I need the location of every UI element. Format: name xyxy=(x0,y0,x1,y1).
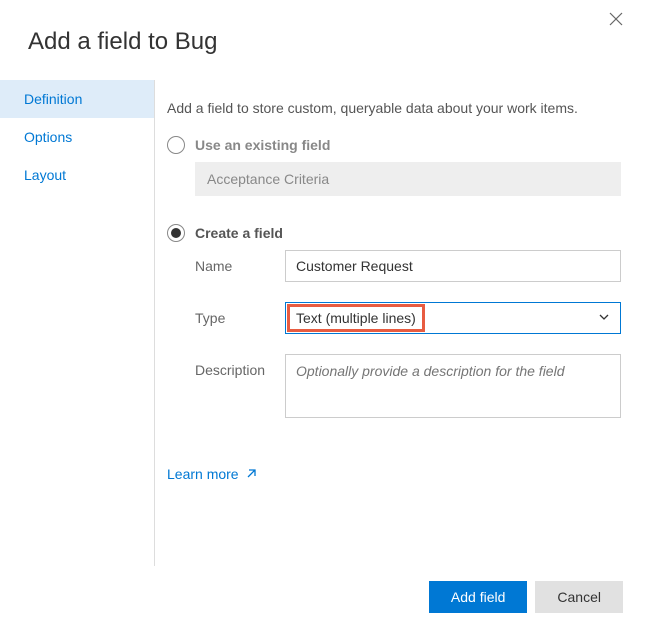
radio-existing-label: Use an existing field xyxy=(195,137,330,153)
close-icon xyxy=(609,12,623,26)
radio-create-field[interactable]: Create a field xyxy=(167,224,621,242)
name-label: Name xyxy=(195,250,285,274)
dialog: Add a field to Bug Definition Options La… xyxy=(0,0,645,631)
content-panel: Add a field to store custom, queryable d… xyxy=(155,80,645,566)
close-button[interactable] xyxy=(609,12,629,32)
learn-more-text: Learn more xyxy=(167,466,239,482)
radio-unchecked-icon xyxy=(167,136,185,154)
type-select-value: Text (multiple lines) xyxy=(296,310,416,326)
cancel-button[interactable]: Cancel xyxy=(535,581,623,613)
name-input[interactable] xyxy=(285,250,621,282)
intro-text: Add a field to store custom, queryable d… xyxy=(167,100,621,116)
type-select[interactable]: Text (multiple lines) xyxy=(285,302,621,334)
radio-create-label: Create a field xyxy=(195,225,283,241)
learn-more-link[interactable]: Learn more xyxy=(167,466,257,482)
radio-existing-field[interactable]: Use an existing field xyxy=(167,136,621,154)
sidebar-item-layout[interactable]: Layout xyxy=(0,156,154,194)
sidebar-item-options[interactable]: Options xyxy=(0,118,154,156)
chevron-down-icon xyxy=(598,310,610,326)
description-textarea[interactable] xyxy=(285,354,621,418)
type-label: Type xyxy=(195,302,285,326)
sidebar-item-definition[interactable]: Definition xyxy=(0,80,154,118)
external-link-icon xyxy=(245,468,257,480)
add-field-button[interactable]: Add field xyxy=(429,581,527,613)
existing-field-select: Acceptance Criteria xyxy=(195,162,621,196)
sidebar: Definition Options Layout xyxy=(0,80,155,566)
dialog-title: Add a field to Bug xyxy=(0,0,645,80)
radio-checked-icon xyxy=(167,224,185,242)
dialog-footer: Add field Cancel xyxy=(429,581,623,613)
description-label: Description xyxy=(195,354,285,378)
